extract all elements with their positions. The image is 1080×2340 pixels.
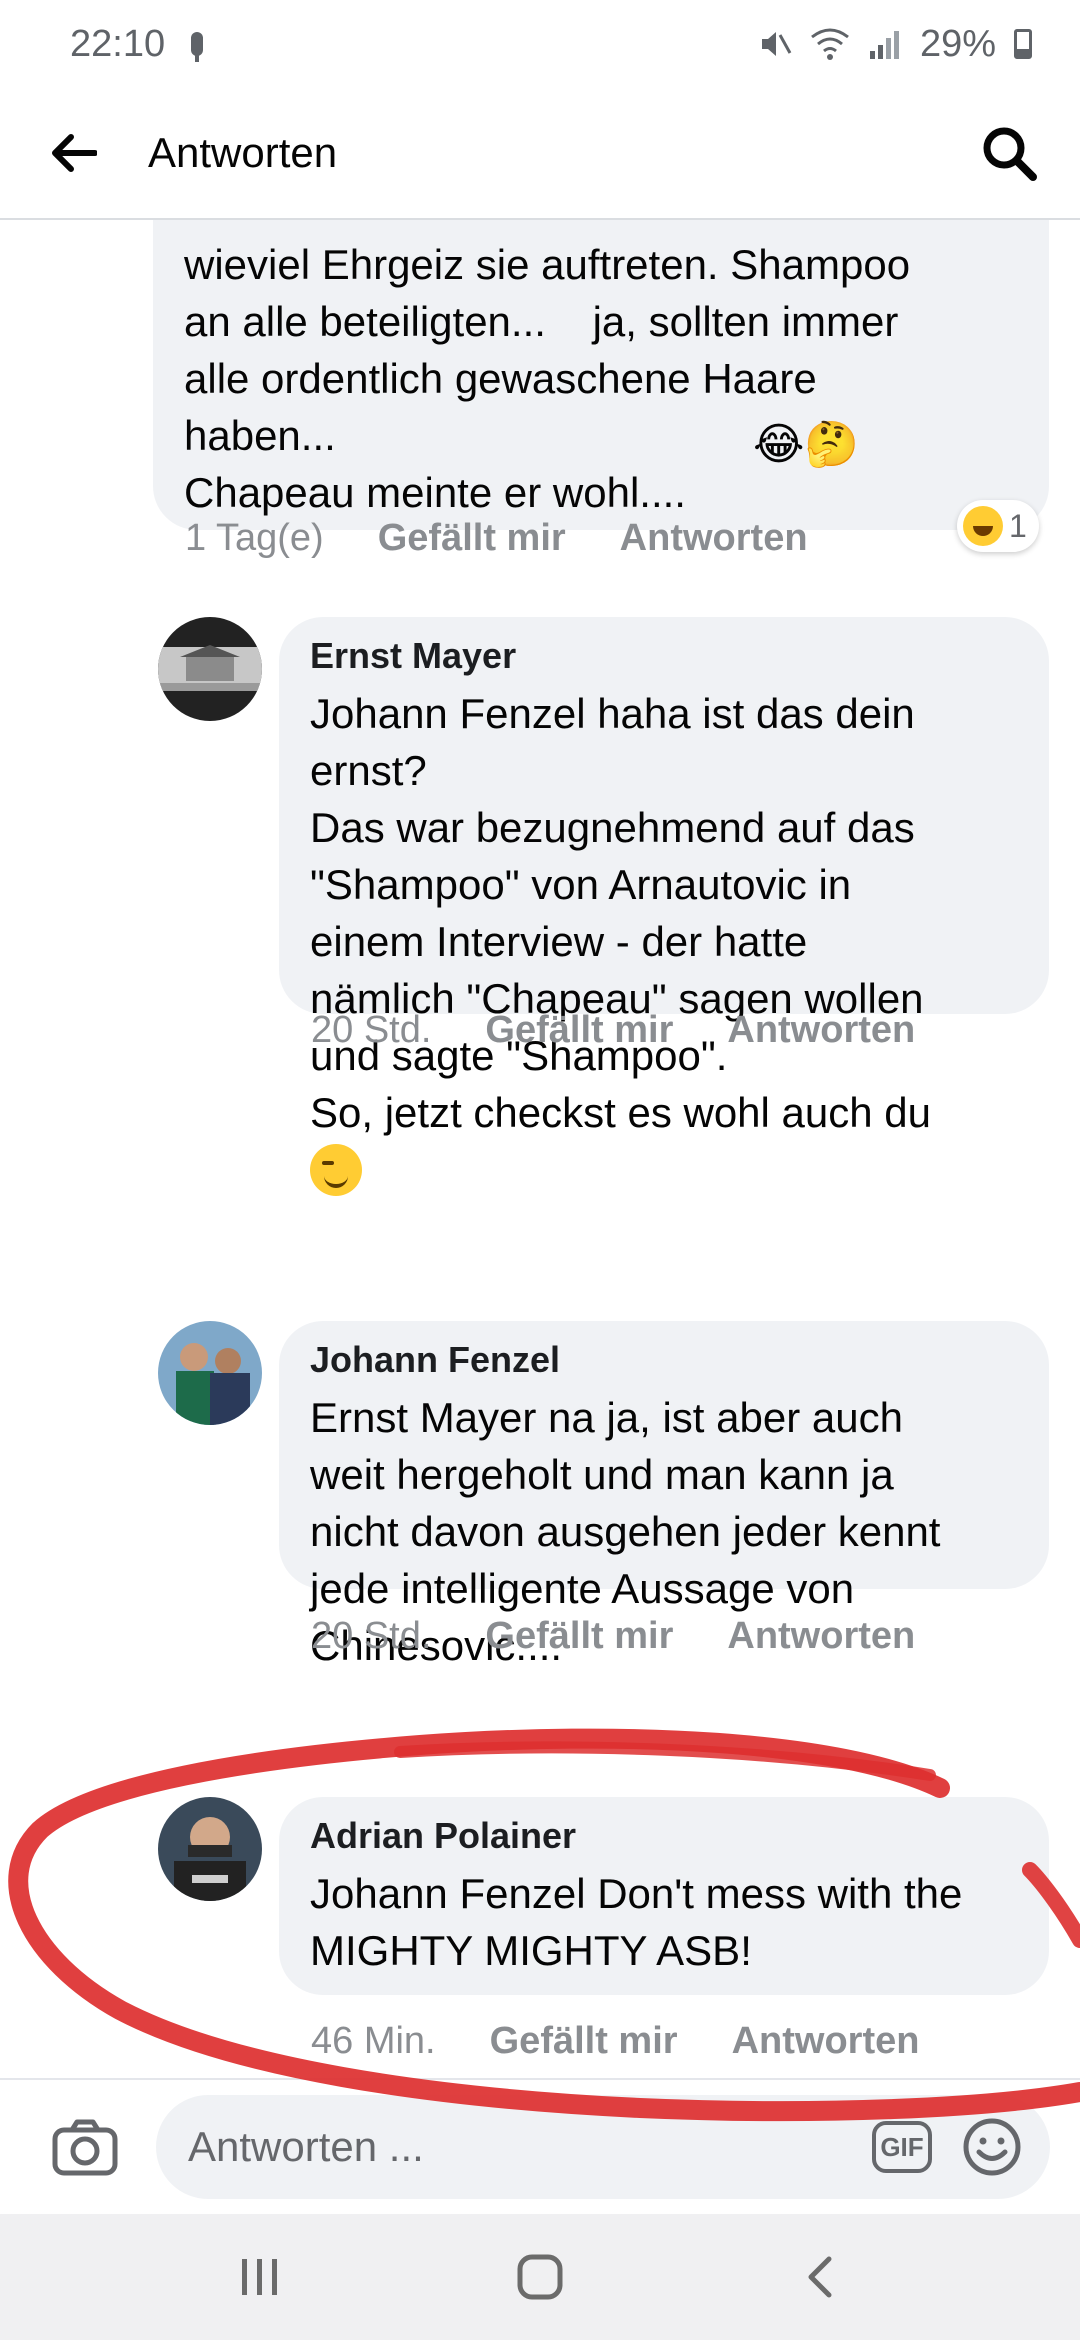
system-nav-bar [0,2214,1080,2340]
camera-button[interactable] [50,2112,120,2182]
comment-meta: 46 Min. Gefällt mir Antworten [311,2020,919,2063]
status-bar: 22:10 29% [0,0,1080,88]
back-nav-button[interactable] [780,2237,860,2317]
comment-time: 46 Min. [311,2020,436,2062]
comment-meta: 20 Std. Gefällt mir Antworten [311,1615,915,1658]
comment-meta: 20 Std. Gefällt mir Antworten [311,1009,915,1052]
comment-bubble[interactable]: Johann Fenzel Ernst Mayer na ja, ist abe… [279,1321,1049,1669]
like-button[interactable]: Gefällt mir [490,2020,678,2063]
comment-author[interactable]: Ernst Mayer [310,635,1019,677]
status-time: 22:10 [70,22,166,65]
reaction-count: 1 [1009,507,1027,544]
like-button[interactable]: Gefällt mir [485,1009,673,1052]
recents-button[interactable] [220,2237,300,2317]
back-nav-icon [808,2256,832,2298]
battery-icon [1014,29,1032,59]
smiley-icon[interactable] [962,2117,1022,2177]
avatar[interactable] [158,1321,262,1425]
reply-input[interactable]: Antworten ... GIF [156,2095,1050,2199]
reaction-badge[interactable]: 1 [957,500,1039,552]
comment-bubble[interactable]: Adrian Polainer Johann Fenzel Don't mess… [279,1797,1049,1995]
mic-icon [191,32,204,62]
signal-icon [869,31,899,59]
gif-button[interactable]: GIF [872,2121,932,2173]
comment-text: Johann Fenzel Don't mess with the MIGHTY… [310,1870,963,1974]
mute-icon [761,32,792,56]
comment-author[interactable]: Adrian Polainer [310,1815,1019,1857]
avatar[interactable] [158,617,262,721]
reply-button[interactable]: Antworten [727,1615,915,1658]
avatar[interactable] [158,1797,262,1901]
like-button[interactable]: Gefällt mir [485,1615,673,1658]
comment-emoji-row [310,1141,1019,1198]
reply-composer: Antworten ... GIF [0,2078,1080,2214]
reply-button[interactable]: Antworten [727,1009,915,1052]
comment-author[interactable]: Johann Fenzel [310,1339,1019,1381]
comment-text: Johann Fenzel haha ist das dein ernst? D… [310,690,931,1136]
reply-input-placeholder: Antworten ... [188,2123,424,2170]
comment-text: wieviel Ehrgeiz sie auftreten. Shampoo a… [184,241,911,516]
haha-reaction-icon [963,506,1003,546]
wifi-icon [811,28,849,60]
recents-icon [242,2259,277,2295]
winking-face-icon [310,1143,362,1196]
search-icon [983,127,1037,181]
comment-time: 20 Std. [311,1009,432,1051]
app-bar: Antworten [0,88,1080,220]
like-button[interactable]: Gefällt mir [378,517,566,560]
home-button[interactable] [500,2237,580,2317]
reply-button[interactable]: Antworten [620,517,808,560]
status-left: 22:10 [70,22,204,66]
reply-button[interactable]: Antworten [732,2020,920,2063]
search-button[interactable] [974,118,1044,188]
camera-icon [52,2119,118,2176]
comment-meta: 1 Tag(e) Gefällt mir Antworten [185,517,808,560]
comment-time: 20 Std. [311,1615,432,1657]
home-icon [517,2254,563,2300]
comment-bubble[interactable]: wieviel Ehrgeiz sie auftreten. Shampoo a… [153,220,1049,530]
back-arrow-icon [52,134,97,172]
page-title: Antworten [148,129,338,176]
status-right: 29% [758,23,1032,66]
comment-thread: wieviel Ehrgeiz sie auftreten. Shampoo a… [0,220,1080,2078]
battery-percent: 29% [919,22,996,65]
comment-time: 1 Tag(e) [185,517,324,559]
back-button[interactable] [44,123,104,183]
comment-emoji: 😂🤔 [753,419,860,470]
comment-bubble[interactable]: Ernst Mayer Johann Fenzel haha ist das d… [279,617,1049,1196]
